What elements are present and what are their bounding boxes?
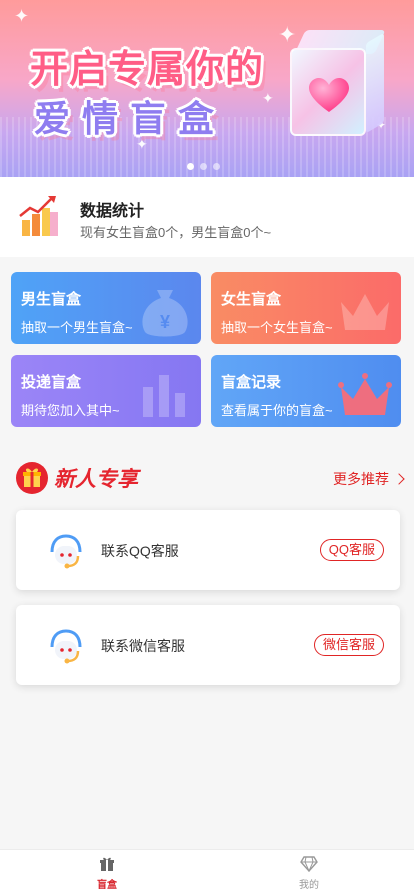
more-recommendations-link[interactable]: 更多推荐 xyxy=(333,469,405,489)
money-bag-icon: ¥ xyxy=(142,290,188,337)
statistics-chart-icon xyxy=(19,196,58,236)
more-link-label: 更多推荐 xyxy=(333,471,389,487)
carousel-dot[interactable] xyxy=(213,163,220,170)
sparkle-icon: ✦ xyxy=(14,6,30,26)
wechat-support-button[interactable]: 微信客服 xyxy=(313,634,384,656)
carousel-indicator[interactable] xyxy=(187,163,220,170)
gift-icon xyxy=(100,857,114,871)
card-subtitle: 抽取一个女生盲盒~ xyxy=(221,320,333,335)
carousel-dot[interactable] xyxy=(200,163,207,170)
blind-box-record-card[interactable]: 盲盒记录 查看属于你的盲盒~ xyxy=(211,355,401,427)
tab-label: 盲盒 xyxy=(97,880,117,891)
banner-title-line1: 开启专属你的 xyxy=(30,47,265,91)
male-blind-box-card[interactable]: 男生盲盒 抽取一个男生盲盒~ ¥ xyxy=(11,272,201,344)
section-title: 新人专享 xyxy=(54,467,138,491)
wechat-support-label: 联系微信客服 xyxy=(101,638,185,654)
diamond-icon xyxy=(300,856,318,872)
crown-icon xyxy=(341,294,389,330)
stats-panel: 数据统计 现有女生盲盒0个，男生盲盒0个~ xyxy=(0,177,414,257)
gift-icon xyxy=(16,462,48,494)
tab-mine[interactable]: 我的 xyxy=(279,856,339,891)
card-subtitle: 抽取一个男生盲盒~ xyxy=(21,320,133,335)
crown-icon xyxy=(338,373,392,415)
bar-chart-icon xyxy=(143,375,185,417)
stats-title: 数据统计 xyxy=(80,203,145,220)
headset-icon xyxy=(50,629,82,664)
wechat-support-card[interactable]: 联系微信客服 微信客服 xyxy=(16,605,400,685)
qq-support-label: 联系QQ客服 xyxy=(101,543,179,559)
hero-banner[interactable]: ✦ ✦ ✦ ✦ ✦ 开启专属你的 爱情盲盒 xyxy=(0,0,414,177)
chevron-right-icon xyxy=(393,473,405,485)
headset-icon xyxy=(50,534,82,569)
card-subtitle: 期待您加入其中~ xyxy=(21,403,120,418)
stats-description: 现有女生盲盒0个，男生盲盒0个~ xyxy=(80,225,272,240)
qq-support-card[interactable]: 联系QQ客服 QQ客服 xyxy=(16,510,400,590)
card-title: 女生盲盒 xyxy=(221,291,282,308)
banner-title-line2: 爱情盲盒 xyxy=(34,99,227,140)
glass-cube-illustration xyxy=(290,30,386,140)
post-blind-box-card[interactable]: 投递盲盒 期待您加入其中~ xyxy=(11,355,201,427)
tab-label: 我的 xyxy=(299,880,319,891)
card-title: 男生盲盒 xyxy=(21,291,82,308)
card-subtitle: 查看属于你的盲盒~ xyxy=(221,403,333,418)
card-title: 盲盒记录 xyxy=(221,374,282,391)
carousel-dot[interactable] xyxy=(187,163,194,170)
heart-icon xyxy=(309,78,349,112)
bottom-tab-bar: 盲盒 我的 xyxy=(0,849,414,895)
female-blind-box-card[interactable]: 女生盲盒 抽取一个女生盲盒~ xyxy=(211,272,401,344)
svg-text:¥: ¥ xyxy=(160,312,170,332)
newcomer-section-header: 新人专享 xyxy=(16,462,138,494)
tab-blind-box[interactable]: 盲盒 xyxy=(77,856,137,891)
card-title: 投递盲盒 xyxy=(21,374,82,391)
qq-support-button[interactable]: QQ客服 xyxy=(319,539,384,561)
